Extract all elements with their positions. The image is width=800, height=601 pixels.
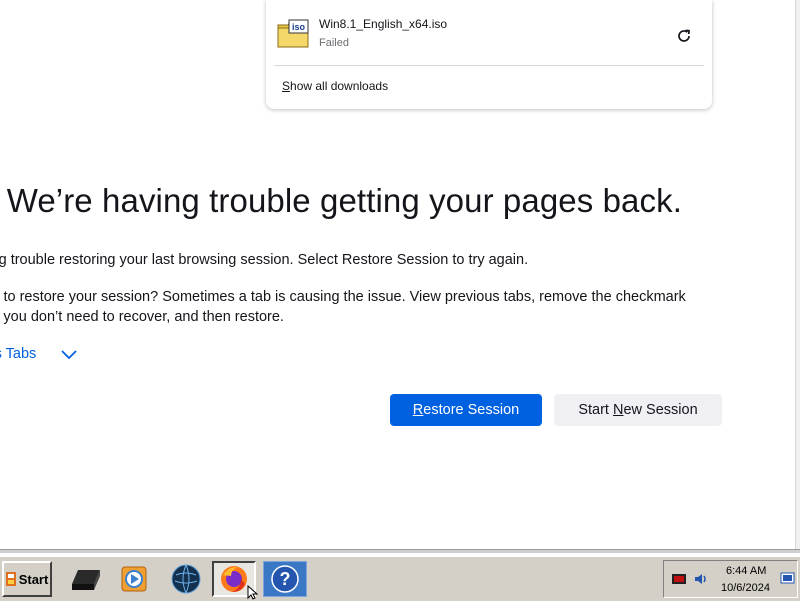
download-status: Failed [319, 37, 349, 49]
iso-file-icon: iso [277, 19, 309, 48]
system-tray: 6:44 AM 10/6/2024 [663, 560, 798, 598]
mouse-cursor-icon [247, 585, 259, 600]
downloads-divider [274, 65, 704, 66]
show-all-downloads-link[interactable]: Show all downloads [282, 79, 388, 93]
media-player-icon [121, 566, 147, 592]
clock-date: 10/6/2024 [721, 582, 770, 594]
start-button[interactable]: Start [2, 561, 52, 597]
terminal-icon [72, 570, 100, 590]
restore-session-page: iso Win8.1_English_x64.iso Failed Show a… [0, 0, 795, 549]
svg-text:?: ? [280, 569, 291, 589]
view-previous-tabs-toggle[interactable]: evious Tabs [0, 346, 78, 362]
tray-network-icon[interactable] [780, 571, 796, 587]
window-bottom-border [0, 549, 800, 553]
start-logo-icon [5, 572, 16, 586]
svg-text:iso: iso [292, 22, 306, 32]
firefox-icon [221, 566, 247, 592]
download-item[interactable]: iso Win8.1_English_x64.iso Failed [266, 0, 712, 64]
download-filename: Win8.1_English_x64.iso [319, 17, 448, 31]
tray-monitor-icon[interactable] [671, 571, 687, 587]
help-icon: ? [271, 565, 299, 593]
retry-icon [678, 29, 690, 42]
start-new-session-button[interactable]: Start New Session [554, 394, 722, 426]
taskbar-media-player[interactable] [112, 561, 156, 597]
error-description: aving trouble restoring your last browsi… [0, 252, 529, 268]
retry-download-button[interactable] [672, 25, 696, 47]
tray-volume-icon[interactable] [693, 571, 709, 587]
downloads-panel: iso Win8.1_English_x64.iso Failed Show a… [266, 0, 712, 109]
error-help-text: able to restore your session? Sometimes … [0, 289, 686, 325]
taskbar-terminal[interactable] [64, 561, 108, 597]
taskbar: Start ? 6:44 AM 10/6/2024 [0, 556, 800, 601]
chevron-down-icon [61, 350, 77, 360]
taskbar-globe[interactable] [164, 561, 208, 597]
taskbar-help[interactable]: ? [263, 561, 307, 597]
clock-time: 6:44 AM [726, 565, 767, 577]
globe-icon [171, 564, 201, 594]
page-title: y. We’re having trouble getting your pag… [0, 182, 682, 219]
vertical-scrollbar[interactable] [795, 0, 800, 549]
restore-session-button[interactable]: Restore Session [390, 394, 542, 426]
